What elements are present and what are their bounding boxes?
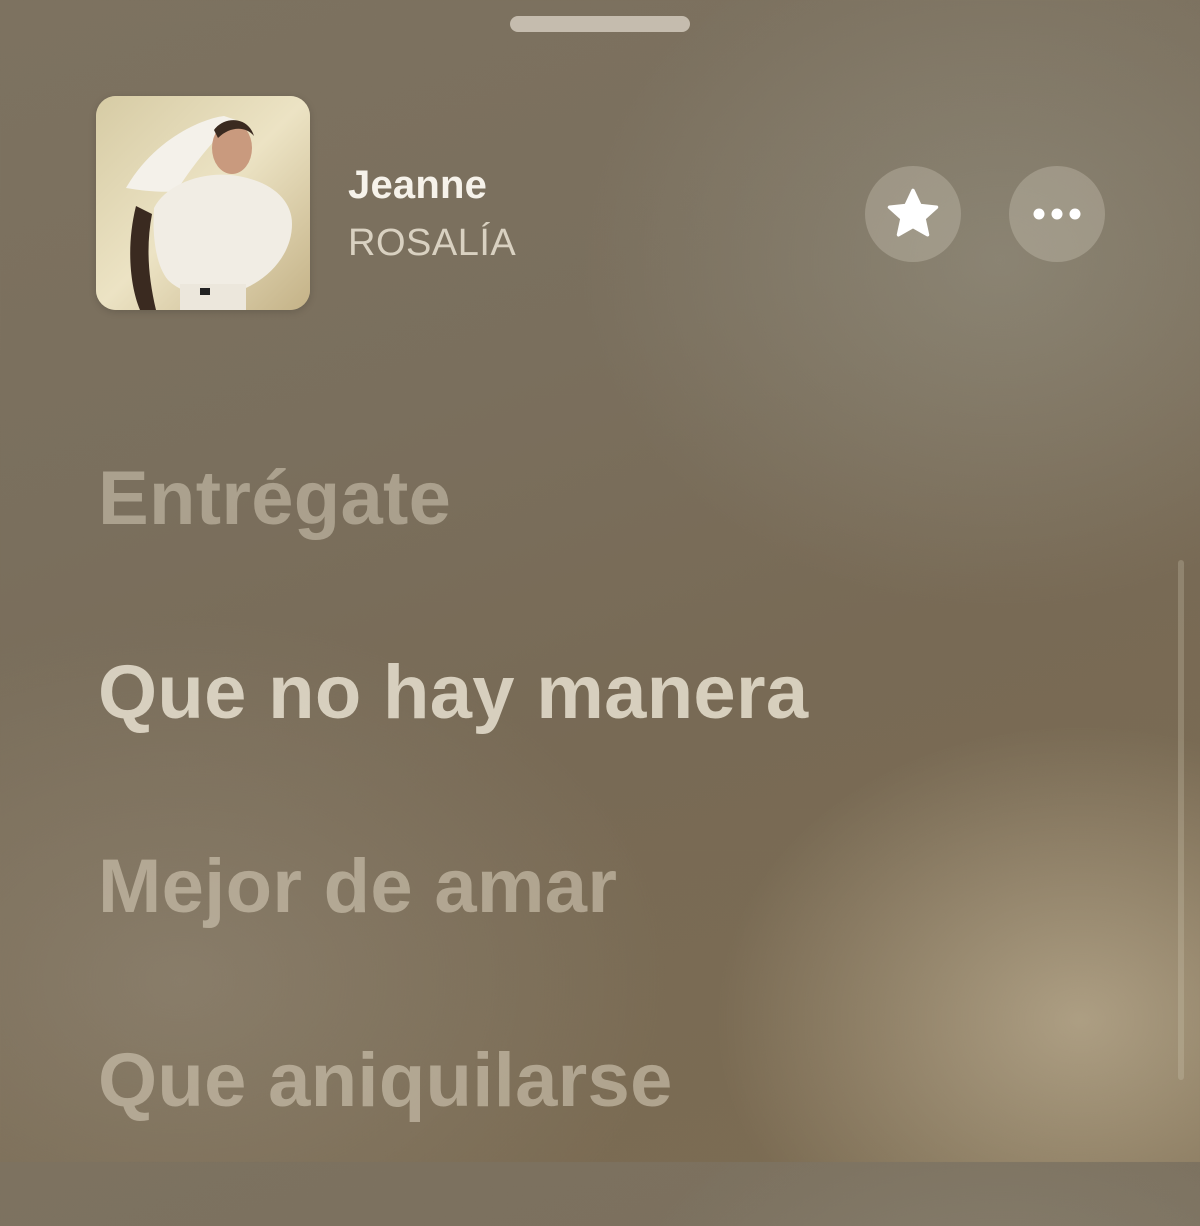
lyrics-view[interactable]: Entrégate Que no hay manera Mejor de ama… — [98, 450, 1138, 1226]
lyric-line-current[interactable]: Que no hay manera — [98, 644, 1138, 742]
ellipsis-icon — [1033, 208, 1081, 220]
lyrics-scroll-indicator[interactable] — [1178, 560, 1184, 1080]
album-artwork-image — [96, 96, 310, 310]
sheet-grabber-handle[interactable] — [510, 16, 690, 32]
star-icon — [887, 188, 939, 237]
lyric-line[interactable]: Entrégate — [98, 450, 1138, 548]
favorite-button[interactable] — [865, 166, 961, 262]
more-options-button[interactable] — [1009, 166, 1105, 262]
album-artwork[interactable] — [96, 96, 310, 310]
lyric-line[interactable]: Mejor de amar — [98, 838, 1138, 936]
track-title[interactable]: Jeanne — [348, 163, 487, 208]
lyric-line[interactable]: Que aniquilarse — [98, 1032, 1138, 1130]
track-artist[interactable]: ROSALÍA — [348, 222, 516, 265]
